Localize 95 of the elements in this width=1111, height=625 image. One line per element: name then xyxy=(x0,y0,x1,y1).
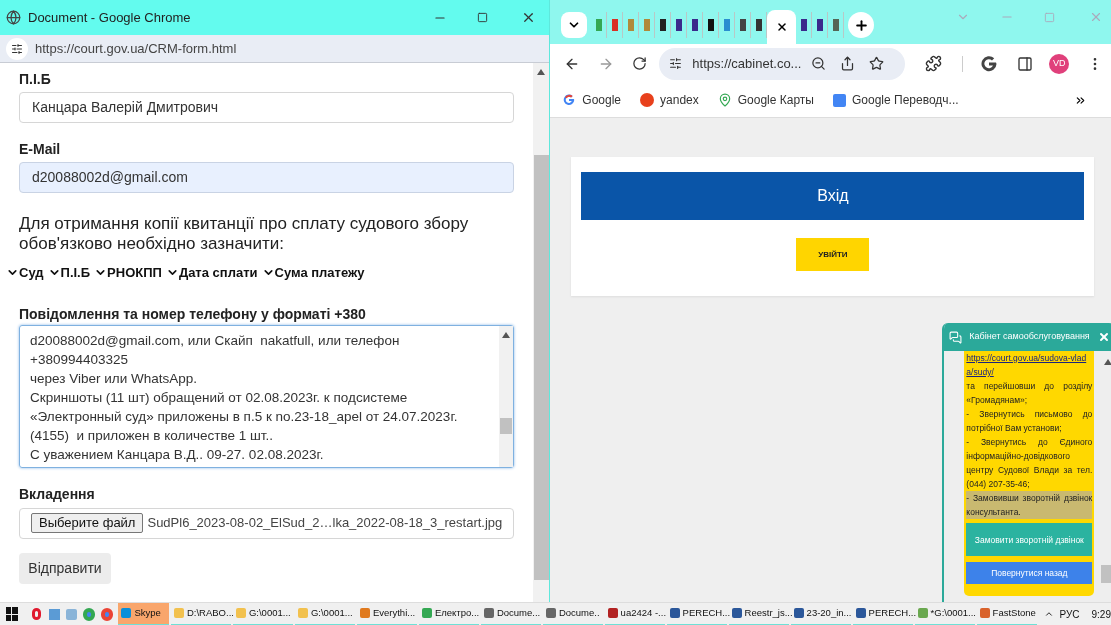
address-bar[interactable]: https://cabinet.co... xyxy=(659,47,906,80)
scrollbar[interactable] xyxy=(533,63,550,602)
chat-message-text: https://court.gov.ua/sudova-vlada/sudy/ та перейшовши до розділу «Громадянам»; xyxy=(966,351,1093,407)
chat-message-text: - Замовивши зворотній дзвінок консультанта. xyxy=(966,491,1093,519)
taskbar-button[interactable]: Skype xyxy=(118,602,169,625)
notice-text: Для отримання копії квитанції про сплату судового збору обов'язково необхідно зазначити: xyxy=(19,214,470,254)
share-icon[interactable] xyxy=(840,56,856,71)
site-settings-icon[interactable] xyxy=(6,37,28,60)
google-logo-icon[interactable] xyxy=(562,93,577,107)
yandex-icon xyxy=(640,93,655,107)
bookmark-link[interactable]: yandex xyxy=(640,91,699,109)
favicon-icon xyxy=(755,19,762,31)
favicon-icon xyxy=(675,19,682,31)
text-field[interactable]: Канцара Валерій Дмитрович xyxy=(19,92,515,123)
details-toggle[interactable]: Суд xyxy=(6,263,44,283)
scroll-thumb[interactable] xyxy=(533,155,549,580)
field-label: Вкладення xyxy=(19,484,96,504)
taskbar-button[interactable]: Everythi... xyxy=(356,602,417,625)
file-name: SudPl6_2023-08-02_ElSud_2…lka_2022-08-18_3_restart.jpg xyxy=(147,514,503,533)
site-settings-icon[interactable] xyxy=(669,57,683,70)
reload-icon[interactable] xyxy=(632,56,648,71)
login-heading: Вхід xyxy=(581,172,1085,220)
message-field[interactable]: d20088002d@gmail.com, или Скайп nakatfull, или телефон +380994403325 через Viber или WhatsApp. Скриншоты (11 шт) обращений от 02.08.2023г. к подсистеме «Электронный суд» приложены в п.5 к no.23-18_apel от 24.07.2023г. (4155) и приложен в количестве 1 шт.. С уважением Канцара В.Д.. 09-27. 02.08.2023г. xyxy=(19,324,515,468)
details-toggle[interactable]: Сума платежу xyxy=(261,263,365,283)
taskbar-button[interactable]: Електро... xyxy=(418,602,479,625)
favicon-icon xyxy=(707,19,714,31)
field-label: Повідомлення та номер телефону у форматі +380 xyxy=(19,304,367,321)
window-title: Document - Google Chrome xyxy=(28,8,191,27)
court-link[interactable]: https://court.gov.ua/sudova-vlada/sudy/ xyxy=(966,351,1093,379)
favicon-icon xyxy=(595,19,602,31)
bookmark-link[interactable]: Google Карты xyxy=(717,91,814,109)
start-icon[interactable] xyxy=(6,607,18,621)
favicon-icon xyxy=(611,19,618,31)
scroll-up-icon[interactable] xyxy=(1103,359,1111,365)
favicon-icon xyxy=(643,19,650,31)
taskbar-button[interactable]: D:\RABO... xyxy=(170,602,231,625)
field-label: П.І.Б xyxy=(19,70,52,89)
map-pin-icon xyxy=(717,93,732,107)
bookmark-star-icon[interactable] xyxy=(869,56,885,71)
url-text: https://court.gov.ua/CRM-form.html xyxy=(35,39,237,58)
scroll-thumb[interactable] xyxy=(500,417,513,434)
address-bar[interactable]: https://court.gov.ua/CRM-form.html xyxy=(0,35,550,63)
chrome-icon[interactable] xyxy=(83,607,96,621)
scroll-up-icon[interactable] xyxy=(502,331,511,338)
opera-icon[interactable] xyxy=(31,608,41,620)
chat-title: Кабінет самообслуговування xyxy=(969,330,1090,344)
zoom-out-icon[interactable] xyxy=(811,56,827,71)
close-icon[interactable] xyxy=(775,21,788,33)
bookmark-link[interactable]: Google xyxy=(562,91,622,109)
clock[interactable]: 9:29 xyxy=(1091,606,1111,622)
text-field[interactable]: d20088002d@gmail.com xyxy=(19,162,515,193)
tab-search-button[interactable] xyxy=(561,12,588,38)
details-toggle[interactable]: П.І.Б xyxy=(47,263,91,283)
new-tab-button[interactable] xyxy=(848,12,875,38)
details-toggle[interactable]: Дата сплати xyxy=(165,263,258,283)
file-field[interactable]: Выберите файл SudPl6_2023-08-02_ElSud_2…lka_2022-08-18_3_restart.jpg xyxy=(19,507,515,539)
chrome-icon[interactable] xyxy=(101,607,114,621)
taskbar-button[interactable]: Docume... xyxy=(480,602,541,625)
url-text: https://cabinet.co... xyxy=(692,54,802,73)
details-toggle[interactable]: РНОКПП xyxy=(94,263,162,283)
extensions-icon[interactable] xyxy=(925,55,943,72)
taskbar-button[interactable]: *G:\0001... xyxy=(914,602,975,625)
chat-button[interactable]: Повернутися назад xyxy=(966,562,1093,584)
taskbar-button[interactable]: G:\0001... xyxy=(294,602,355,625)
profile-avatar[interactable]: VD xyxy=(1049,53,1070,74)
translate-icon xyxy=(833,93,846,107)
chat-message-text: - Звернутись до Єдиного інформаційно-довідкового центру Судової Влади за тел. (044) 207-35-46; xyxy=(966,436,1093,491)
taskbar-button[interactable]: G:\0001... xyxy=(232,602,293,625)
field-label: E-Mail xyxy=(19,140,62,159)
app-icon[interactable] xyxy=(48,608,61,620)
favicon-icon xyxy=(627,19,634,31)
bookmark-link[interactable]: Google Переводч... xyxy=(833,91,959,109)
favicon-icon xyxy=(816,19,823,31)
scroll-up-icon[interactable] xyxy=(537,69,546,75)
favicon-icon xyxy=(832,19,839,31)
favicon-icon xyxy=(691,19,698,31)
taskbar-button[interactable]: 23-20_in... xyxy=(790,602,851,625)
taskbar-button[interactable]: Docume.. xyxy=(542,602,603,625)
taskbar-button[interactable]: FastStone xyxy=(976,602,1037,625)
chat-message-text: - Звернутись письмово до потрібної Вам установи; xyxy=(966,408,1093,435)
favicon-icon xyxy=(800,19,807,31)
submit-button[interactable]: Відправити xyxy=(19,552,111,584)
login-button[interactable]: УВІЙТИ xyxy=(796,238,870,271)
plus-icon xyxy=(853,17,869,33)
language-indicator[interactable]: РУС xyxy=(1059,606,1080,622)
taskbar-button[interactable]: ua2424 -... xyxy=(604,602,665,625)
favicon-icon xyxy=(723,19,730,31)
globe-icon xyxy=(6,10,21,25)
side-panel-icon[interactable] xyxy=(1017,55,1034,72)
favicon-icon xyxy=(739,19,746,31)
maximize-icon[interactable] xyxy=(477,12,489,23)
favicon-icon xyxy=(659,19,666,31)
choose-file-button[interactable]: Выберите файл xyxy=(31,513,144,533)
scroll-thumb[interactable] xyxy=(1101,565,1111,583)
chat-icon xyxy=(949,330,963,344)
